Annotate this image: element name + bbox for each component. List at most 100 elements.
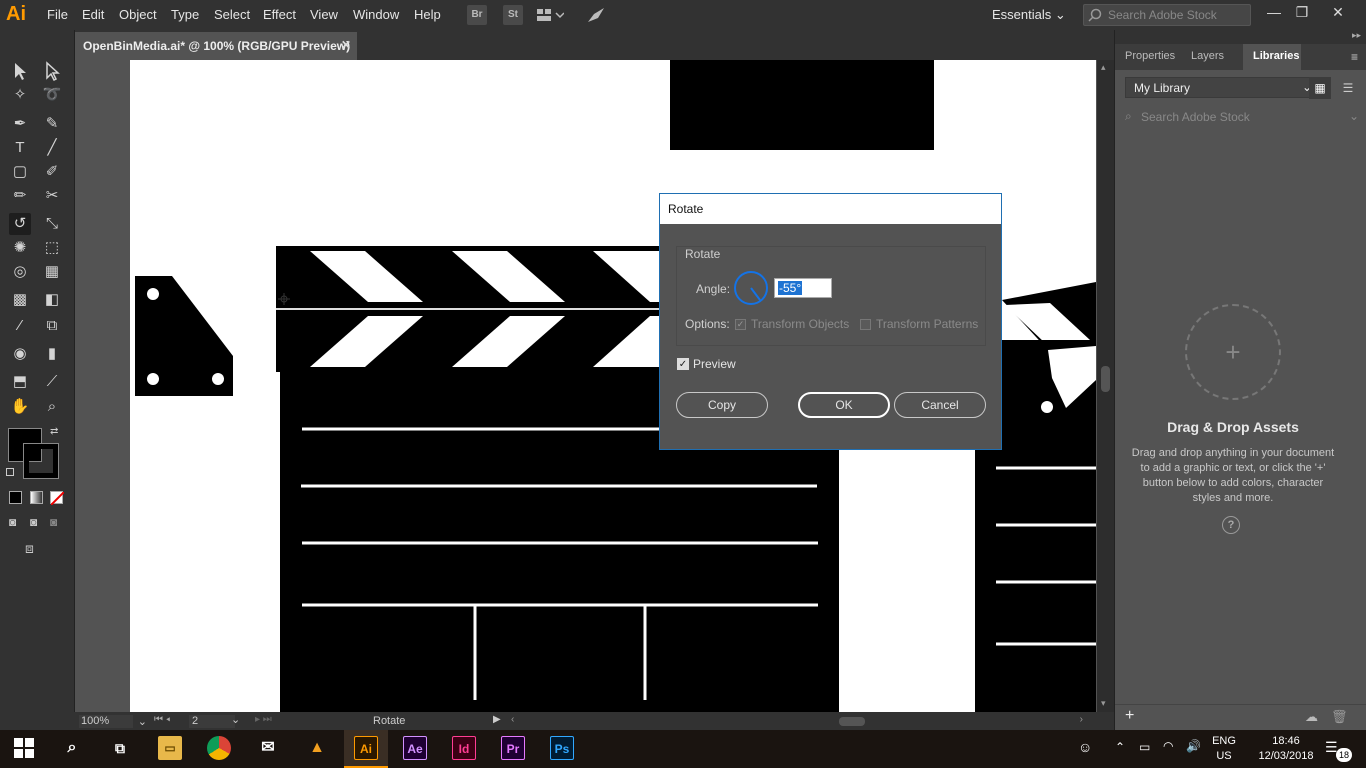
first-artboard-icon[interactable]: ⏮ ◂ <box>154 714 170 725</box>
collapse-panel-icon[interactable]: ▸▸ <box>1352 30 1361 41</box>
rotate-tool-icon[interactable]: ↺ <box>9 213 31 235</box>
draw-behind-icon[interactable]: ◙ <box>30 515 37 529</box>
drop-target[interactable]: + <box>1185 304 1281 400</box>
hand-tool-icon[interactable]: ✋ <box>9 396 31 418</box>
minimize-button[interactable]: — <box>1262 4 1286 24</box>
artboard-tool-icon[interactable]: ⬒ <box>9 371 31 393</box>
warp-tool-icon[interactable]: ✺ <box>9 237 31 259</box>
menu-view[interactable]: View <box>310 7 338 22</box>
search-filter-chevron-icon[interactable]: ⌄ <box>1349 109 1359 123</box>
gpu-performance-icon[interactable] <box>586 6 606 24</box>
copy-button[interactable]: Copy <box>676 392 768 418</box>
search-icon[interactable]: ⌕ <box>60 736 84 760</box>
windows-start-icon[interactable] <box>14 738 34 758</box>
artboard-chevron-icon[interactable]: ⌄ <box>231 713 240 726</box>
lasso-tool-icon[interactable]: ➰ <box>41 84 63 106</box>
battery-icon[interactable]: ▭ <box>1139 740 1150 754</box>
stock-search-input[interactable]: Search Adobe Stock <box>1083 4 1251 26</box>
type-tool-icon[interactable]: T <box>9 137 31 159</box>
tab-layers[interactable]: Layers <box>1191 50 1224 62</box>
scroll-down-icon[interactable]: ▾ <box>1101 698 1106 709</box>
gradient-tool-icon[interactable]: ◧ <box>41 289 63 311</box>
perspective-grid-icon[interactable]: ▦ <box>41 261 63 283</box>
illustrator-taskbar-icon[interactable]: Ai <box>354 736 378 760</box>
rectangle-tool-icon[interactable]: ▢ <box>9 161 31 183</box>
scroll-up-icon[interactable]: ▴ <box>1101 62 1106 73</box>
none-mode-icon[interactable] <box>50 491 65 506</box>
curvature-tool-icon[interactable]: ✎ <box>41 113 63 135</box>
menu-object[interactable]: Object <box>119 7 157 22</box>
symbol-sprayer-icon[interactable]: ◉ <box>9 343 31 365</box>
zoom-field[interactable]: 100% ⌄ <box>79 715 147 728</box>
indesign-taskbar-icon[interactable]: Id <box>452 736 476 760</box>
language-indicator[interactable]: ENG US <box>1210 734 1238 764</box>
default-colors-icon[interactable] <box>6 468 14 476</box>
photoshop-taskbar-icon[interactable]: Ps <box>550 736 574 760</box>
volume-icon[interactable]: 🔊 <box>1186 739 1201 753</box>
angle-dial[interactable] <box>734 271 768 305</box>
menu-window[interactable]: Window <box>353 7 399 22</box>
tab-properties[interactable]: Properties <box>1125 50 1175 62</box>
selection-tool-icon[interactable] <box>9 60 31 82</box>
stock-button[interactable]: St <box>503 5 523 25</box>
library-dropdown[interactable]: My Library ⌄ <box>1125 77 1319 98</box>
swap-colors-icon[interactable]: ⇄ <box>50 426 58 437</box>
restore-button[interactable]: ❐ <box>1290 4 1314 24</box>
transform-objects-checkbox[interactable]: ✓ <box>735 319 746 330</box>
file-explorer-icon[interactable]: ▭ <box>158 736 182 760</box>
workspace-switcher[interactable]: Essentials ⌄ <box>992 7 1066 23</box>
scroll-left-icon[interactable]: ‹ <box>511 714 514 725</box>
add-content-icon[interactable]: + <box>1125 707 1134 725</box>
status-menu-icon[interactable]: ▶ <box>493 714 501 725</box>
artboard-field[interactable]: 2 <box>189 715 235 728</box>
show-hidden-icons-icon[interactable]: ⌃ <box>1115 740 1125 754</box>
paintbrush-tool-icon[interactable]: ✐ <box>41 161 63 183</box>
cloud-sync-icon[interactable]: ☁ <box>1305 709 1318 725</box>
people-icon[interactable]: ☺ <box>1078 739 1092 755</box>
draw-inside-icon[interactable]: ◙ <box>50 515 57 529</box>
arrange-documents-icon[interactable] <box>536 7 565 23</box>
zoom-tool-icon[interactable]: ⌕ <box>41 396 63 418</box>
menu-file[interactable]: File <box>47 7 68 22</box>
gradient-mode-icon[interactable] <box>30 491 43 504</box>
bridge-button[interactable]: Br <box>467 5 487 25</box>
menu-help[interactable]: Help <box>414 7 441 22</box>
mail-icon[interactable]: ✉ <box>256 736 280 760</box>
horizontal-scrollbar[interactable]: ‹ › <box>511 714 1083 728</box>
column-graph-icon[interactable]: ▮ <box>41 343 63 365</box>
document-tab[interactable]: OpenBinMedia.ai* @ 100% (RGB/GPU Preview… <box>75 32 357 60</box>
draw-normal-icon[interactable]: ◙ <box>9 515 16 529</box>
tab-libraries[interactable]: Libraries <box>1243 44 1301 70</box>
clock[interactable]: 18:46 12/03/2018 <box>1254 734 1318 764</box>
slice-tool-icon[interactable]: ⟋ <box>41 371 63 393</box>
stroke-swatch[interactable] <box>23 443 59 479</box>
zoom-chevron-icon[interactable]: ⌄ <box>138 715 147 728</box>
library-search-input[interactable]: Search Adobe Stock ⌕ ⌄ <box>1123 107 1359 127</box>
close-tab-icon[interactable]: ✕ <box>341 38 351 52</box>
list-view-icon[interactable]: ☰ <box>1337 77 1359 99</box>
scale-tool-icon[interactable]: ⤡ <box>41 213 63 235</box>
ok-button[interactable]: OK <box>798 392 890 418</box>
horizontal-scroll-thumb[interactable] <box>839 717 865 726</box>
pen-tool-icon[interactable]: ✒ <box>9 113 31 135</box>
cancel-button[interactable]: Cancel <box>894 392 986 418</box>
menu-select[interactable]: Select <box>214 7 250 22</box>
screen-mode-icon[interactable]: ⧈ <box>25 540 34 557</box>
chrome-icon[interactable] <box>207 736 231 760</box>
transform-patterns-checkbox[interactable] <box>860 319 871 330</box>
premiere-taskbar-icon[interactable]: Pr <box>501 736 525 760</box>
vlc-icon[interactable]: ▲ <box>305 736 329 760</box>
delete-icon[interactable]: 🗑 <box>1331 709 1348 725</box>
vertical-scrollbar[interactable]: ▴ ▾ <box>1097 60 1114 712</box>
color-mode-icon[interactable] <box>9 491 22 504</box>
shape-builder-icon[interactable]: ◎ <box>9 261 31 283</box>
direct-selection-tool-icon[interactable] <box>41 60 63 82</box>
line-tool-icon[interactable]: ╱ <box>41 137 63 159</box>
task-view-icon[interactable]: ⧉ <box>108 736 132 760</box>
close-window-button[interactable]: ✕ <box>1326 4 1350 24</box>
angle-input[interactable]: -55° <box>774 278 832 298</box>
scroll-right-icon[interactable]: › <box>1080 714 1083 725</box>
free-transform-icon[interactable]: ⬚ <box>41 237 63 259</box>
scissors-tool-icon[interactable]: ✂ <box>41 185 63 207</box>
after-effects-taskbar-icon[interactable]: Ae <box>403 736 427 760</box>
